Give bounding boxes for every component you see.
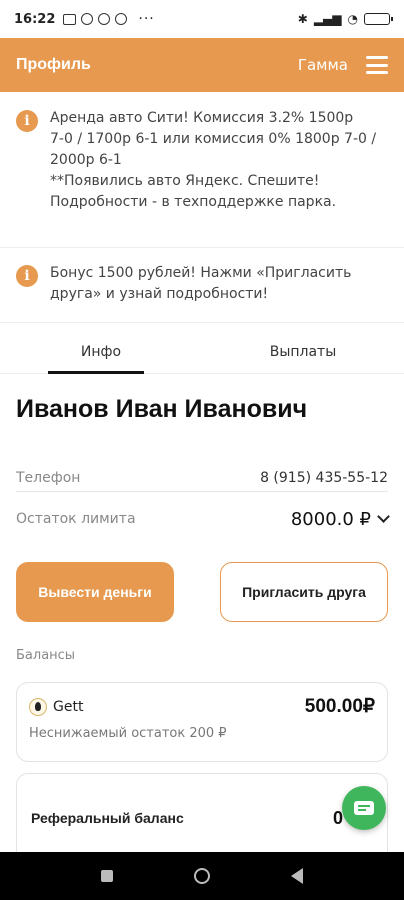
phone-value: 8 (915) 435-55-12 (260, 469, 388, 486)
limit-row: Остаток лимита 8000.0 ₽ (16, 505, 390, 533)
mail-icon (63, 13, 77, 25)
referral-label: Реферальный баланс (31, 810, 184, 826)
gett-balance-amount: 500.00₽ (304, 696, 375, 717)
system-icons: ✱ ▂▄▆ ◔ (297, 12, 393, 26)
limit-label: Остаток лимита (16, 511, 136, 527)
page-title: Профиль (16, 56, 91, 73)
park-name: Гамма (297, 56, 348, 74)
info-icon: i (16, 265, 38, 287)
tab-info[interactable]: Инфо (0, 330, 202, 374)
bluetooth-icon: ✱ (297, 12, 308, 26)
notice-rental: i Аренда авто Сити! Комиссия 3.2% 1500р … (0, 108, 404, 248)
more-notifications-icon: ··· (138, 11, 155, 27)
gett-balance-card[interactable]: Gett 500.00₽ Неснижаемый остаток 200 ₽ (16, 682, 388, 762)
limit-value: 8000.0 ₽ (290, 508, 371, 530)
driver-name: Иванов Иван Иванович (16, 395, 308, 423)
withdraw-button[interactable]: Вывести деньги (16, 562, 174, 622)
referral-balance-card[interactable]: Реферальный баланс 0 (16, 773, 388, 863)
invite-friend-button[interactable]: Пригласить друга (220, 562, 388, 622)
tab-payouts[interactable]: Выплаты (202, 330, 404, 373)
notification-icon (81, 13, 94, 25)
gett-provider-name: Gett (53, 698, 84, 715)
chat-icon (354, 801, 374, 815)
app-header: Профиль Гамма (0, 38, 404, 92)
limit-dropdown[interactable]: 8000.0 ₽ (290, 508, 390, 530)
gett-logo-icon (29, 697, 47, 716)
tab-bar: Инфо Выплаты (0, 330, 404, 374)
app-notification-icon (98, 13, 111, 25)
support-chat-button[interactable] (342, 786, 386, 830)
notice-text: Бонус 1500 рублей! Нажми «Пригласить дру… (50, 265, 352, 302)
notification-icons: ··· (63, 12, 154, 26)
battery-icon (364, 13, 393, 25)
notice-bonus: i Бонус 1500 рублей! Нажми «Пригласить д… (0, 263, 404, 323)
gett-balance-note: Неснижаемый остаток 200 ₽ (29, 726, 227, 741)
info-icon: i (16, 110, 38, 132)
sync-icon (115, 13, 128, 25)
status-bar: 16:22 ··· ✱ ▂▄▆ ◔ (0, 0, 404, 38)
signal-icon: ▂▄▆ (313, 12, 342, 26)
home-button[interactable] (193, 868, 210, 884)
phone-row: Телефон 8 (915) 435-55-12 (16, 466, 388, 492)
balances-heading: Балансы (16, 648, 76, 663)
menu-icon[interactable] (366, 56, 388, 74)
notice-text: Аренда авто Сити! Комиссия 3.2% 1500р 7-… (50, 110, 377, 210)
chevron-down-icon (377, 510, 390, 523)
system-nav-bar (0, 852, 404, 900)
phone-label: Телефон (16, 469, 81, 486)
status-time: 16:22 (14, 11, 56, 27)
wifi-icon: ◔ (347, 12, 358, 26)
back-button[interactable] (291, 868, 304, 884)
recent-apps-button[interactable] (100, 870, 113, 882)
